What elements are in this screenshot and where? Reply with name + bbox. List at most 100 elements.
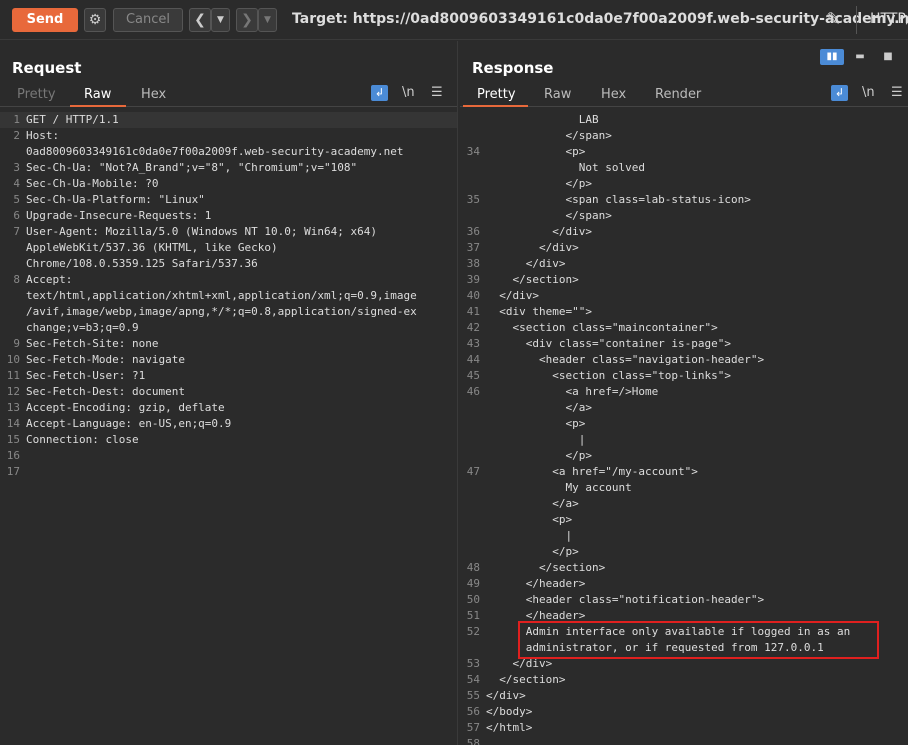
tab-response-hex[interactable]: Hex xyxy=(601,87,626,102)
code-line: 35 <span class=lab-status-icon> xyxy=(460,192,908,208)
request-pane: Request Pretty Raw Hex ↲ \n ☰ 1 GET / HTT… xyxy=(0,41,458,745)
http-version-label[interactable]: HTTP/ xyxy=(870,11,908,27)
menu-icon[interactable]: ☰ xyxy=(891,85,903,100)
code-line: 44 <header class="navigation-header"> xyxy=(460,352,908,368)
tab-request-hex[interactable]: Hex xyxy=(141,87,166,102)
tab-response-raw[interactable]: Raw xyxy=(544,87,571,102)
code-line: 41 <div theme=""> xyxy=(460,304,908,320)
line-number: 44 xyxy=(466,353,480,366)
line-text: <div theme=""> xyxy=(486,305,592,318)
line-text: text/html,application/xhtml+xml,applicat… xyxy=(26,289,417,302)
request-title: Request xyxy=(12,59,82,77)
line-text: Accept-Encoding: gzip, deflate xyxy=(26,401,225,414)
line-number: 57 xyxy=(466,721,480,734)
line-text: <header class="navigation-header"> xyxy=(486,353,765,366)
code-line: change;v=b3;q=0.9 xyxy=(0,320,457,336)
line-text: LAB xyxy=(486,113,599,126)
code-line: </p> xyxy=(460,448,908,464)
code-line: 48 </section> xyxy=(460,560,908,576)
line-number: 55 xyxy=(466,689,480,702)
code-line: 2 Host: xyxy=(0,128,457,144)
code-line: 7 User-Agent: Mozilla/5.0 (Windows NT 10.… xyxy=(0,224,457,240)
menu-icon[interactable]: ☰ xyxy=(431,85,443,100)
line-number: 41 xyxy=(466,305,480,318)
line-number: 7 xyxy=(13,225,20,238)
code-line: LAB xyxy=(460,112,908,128)
settings-gear-icon[interactable]: ⚙ xyxy=(84,8,106,32)
code-line: 9 Sec-Fetch-Site: none xyxy=(0,336,457,352)
line-text: </a> xyxy=(486,497,579,510)
code-line: 3 Sec-Ch-Ua: "Not?A_Brand";v="8", "Chromi… xyxy=(0,160,457,176)
cancel-button[interactable]: Cancel xyxy=(113,8,183,32)
line-text: Sec-Fetch-Mode: navigate xyxy=(26,353,185,366)
code-line: 49 </header> xyxy=(460,576,908,592)
send-button[interactable]: Send xyxy=(12,8,78,32)
target-url: Target: https://0ad8009603349161c0da0e7f… xyxy=(292,11,908,27)
code-line: <p> xyxy=(460,512,908,528)
code-line: 57 </html> xyxy=(460,720,908,736)
tab-request-pretty[interactable]: Pretty xyxy=(17,87,56,102)
back-arrow-icon[interactable]: ❮ xyxy=(189,8,211,32)
active-tab-underline xyxy=(463,105,528,107)
code-line: 37 </div> xyxy=(460,240,908,256)
line-number: 8 xyxy=(13,273,20,286)
line-number: 17 xyxy=(6,465,20,478)
code-line: </p> xyxy=(460,176,908,192)
line-text: Host: xyxy=(26,129,60,142)
code-line: </a> xyxy=(460,400,908,416)
tab-response-pretty[interactable]: Pretty xyxy=(477,87,516,102)
code-line: 43 <div class="container is-page"> xyxy=(460,336,908,352)
tab-response-render[interactable]: Render xyxy=(655,87,701,102)
line-number: 1 xyxy=(13,113,20,126)
line-text: My account xyxy=(486,481,632,494)
code-line: 45 <section class="top-links"> xyxy=(460,368,908,384)
layout-side-by-side-icon[interactable]: ▮▮ xyxy=(820,49,844,65)
line-text: Connection: close xyxy=(26,433,139,446)
line-number: 34 xyxy=(466,145,480,158)
line-number: 2 xyxy=(13,129,20,142)
line-text: </p> xyxy=(486,449,592,462)
line-text: | xyxy=(486,529,573,542)
code-line: <p> xyxy=(460,416,908,432)
forward-history-dropdown-icon[interactable]: ▼ xyxy=(258,8,277,32)
line-number: 42 xyxy=(466,321,480,334)
tab-request-raw[interactable]: Raw xyxy=(84,87,111,102)
code-line: 12 Sec-Fetch-Dest: document xyxy=(0,384,457,400)
line-number: 6 xyxy=(13,209,20,222)
edit-target-pencil-icon[interactable]: ✎ xyxy=(826,9,841,30)
code-line: 14 Accept-Language: en-US,en;q=0.9 xyxy=(0,416,457,432)
line-number: 13 xyxy=(6,401,20,414)
code-line: 15 Connection: close xyxy=(0,432,457,448)
back-history-dropdown-icon[interactable]: ▼ xyxy=(211,8,230,32)
line-text: </div> xyxy=(486,689,526,702)
code-line: 11 Sec-Fetch-User: ?1 xyxy=(0,368,457,384)
forward-arrow-icon[interactable]: ❯ xyxy=(236,8,258,32)
line-text: User-Agent: Mozilla/5.0 (Windows NT 10.0… xyxy=(26,225,377,238)
line-number: 4 xyxy=(13,177,20,190)
line-text: </section> xyxy=(486,561,606,574)
layout-stacked-icon[interactable]: ▬ xyxy=(848,49,872,65)
newline-toggle[interactable]: \n xyxy=(862,85,875,100)
line-text: </div> xyxy=(486,241,579,254)
line-text: change;v=b3;q=0.9 xyxy=(26,321,139,334)
line-number: 52 xyxy=(466,625,480,638)
word-wrap-icon[interactable]: ↲ xyxy=(831,85,848,101)
toolbar: Send ⚙ Cancel ❮ ▼ ❯ ▼ Target: https://0a… xyxy=(0,0,908,40)
code-line: 5 Sec-Ch-Ua-Platform: "Linux" xyxy=(0,192,457,208)
newline-toggle[interactable]: \n xyxy=(402,85,415,100)
code-line: 42 <section class="maincontainer"> xyxy=(460,320,908,336)
code-line: My account xyxy=(460,480,908,496)
line-number: 46 xyxy=(466,385,480,398)
line-text: 0ad8009603349161c0da0e7f00a2009f.web-sec… xyxy=(26,145,404,158)
line-number: 10 xyxy=(6,353,20,366)
code-line: 16 xyxy=(0,448,457,464)
line-number: 35 xyxy=(466,193,480,206)
word-wrap-icon[interactable]: ↲ xyxy=(371,85,388,101)
toolbar-divider xyxy=(856,6,857,34)
code-line: 46 <a href=/>Home xyxy=(460,384,908,400)
line-number: 49 xyxy=(466,577,480,590)
response-editor[interactable]: LAB </span> 34 <p> Not solved </p> 35 <spa… xyxy=(460,108,908,745)
line-text: Sec-Fetch-User: ?1 xyxy=(26,369,146,382)
layout-single-icon[interactable]: ■ xyxy=(876,49,900,65)
request-editor[interactable]: 1 GET / HTTP/1.1 2 Host: 0ad8009603349161c0d… xyxy=(0,108,457,745)
